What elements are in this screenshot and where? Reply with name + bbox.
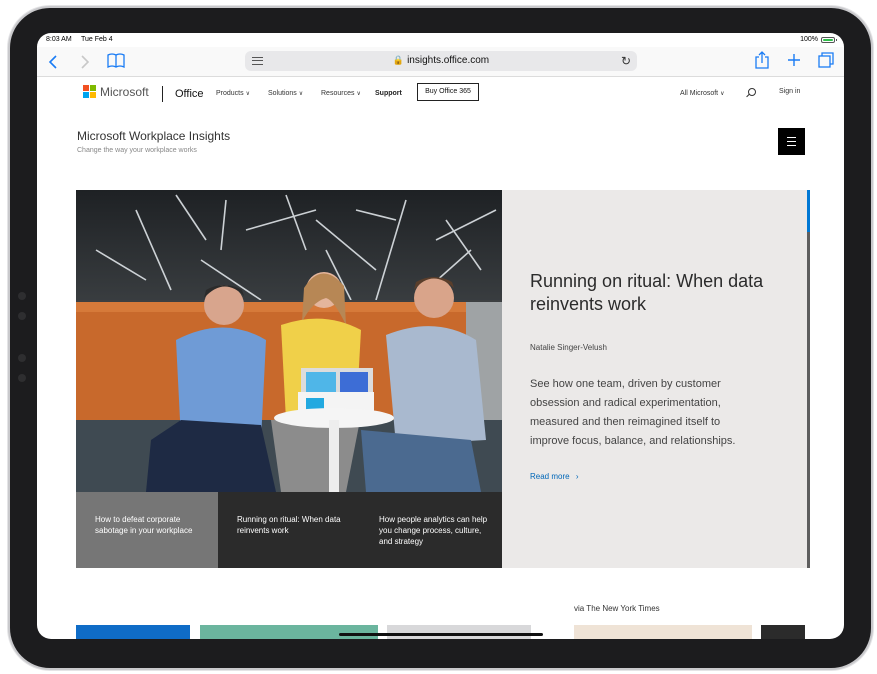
menu-button[interactable] bbox=[778, 128, 805, 155]
article-thumbnail[interactable] bbox=[200, 625, 378, 639]
section-source: via The New York Times bbox=[574, 604, 660, 613]
url-text: insights.office.com bbox=[407, 55, 490, 66]
battery-icon bbox=[821, 37, 837, 43]
tabs-icon[interactable] bbox=[818, 52, 834, 68]
share-icon[interactable] bbox=[755, 51, 769, 69]
microsoft-brand[interactable]: Microsoft bbox=[100, 85, 149, 99]
side-indicator-dot bbox=[18, 312, 26, 320]
article-thumbnail[interactable] bbox=[761, 625, 805, 639]
site-header: Microsoft Office Products ∨ Solutions ∨ Re… bbox=[37, 78, 844, 108]
nav-support[interactable]: Support bbox=[375, 90, 402, 97]
status-bar: 8:03 AM Tue Feb 4 100% bbox=[37, 33, 844, 47]
battery-percentage: 100% bbox=[800, 36, 818, 43]
forward-icon[interactable] bbox=[80, 54, 90, 70]
nav-solutions-label: Solutions bbox=[268, 90, 297, 97]
hero-photo[interactable] bbox=[76, 190, 502, 492]
nav-products[interactable]: Products ∨ bbox=[216, 90, 250, 97]
chevron-down-icon: ∨ bbox=[356, 91, 361, 97]
side-indicator-dot bbox=[18, 374, 26, 382]
screen: 8:03 AM Tue Feb 4 100% 🔒 insights.office.… bbox=[37, 33, 844, 639]
back-icon[interactable] bbox=[48, 54, 58, 70]
hero-photo-illustration bbox=[76, 190, 502, 492]
article-thumbnail[interactable] bbox=[76, 625, 190, 639]
hero-description: See how one team, driven by customer obs… bbox=[530, 378, 736, 447]
reload-icon[interactable]: ↻ bbox=[621, 54, 631, 68]
lock-icon: 🔒 bbox=[392, 55, 405, 65]
microsoft-logo-icon[interactable] bbox=[83, 85, 97, 99]
home-indicator[interactable] bbox=[339, 633, 543, 636]
nav-divider bbox=[162, 86, 163, 102]
browser-toolbar: 🔒 insights.office.com ↻ bbox=[37, 47, 844, 77]
article-thumbnail[interactable] bbox=[574, 625, 752, 639]
carousel-tile-1[interactable]: How to defeat corporate sabotage in your… bbox=[76, 492, 218, 568]
nav-resources[interactable]: Resources ∨ bbox=[321, 90, 361, 97]
hero-title[interactable]: Running on ritual: When data reinvents w… bbox=[530, 270, 770, 316]
search-icon[interactable] bbox=[748, 88, 756, 96]
chevron-right-icon: › bbox=[575, 472, 579, 481]
chevron-down-icon: ∨ bbox=[298, 91, 304, 97]
nav-solutions[interactable]: Solutions ∨ bbox=[268, 90, 303, 97]
all-microsoft-menu[interactable]: All Microsoft ∨ bbox=[680, 90, 725, 97]
status-date: Tue Feb 4 bbox=[81, 36, 113, 43]
nav-products-label: Products bbox=[216, 90, 244, 97]
all-microsoft-label: All Microsoft bbox=[680, 90, 719, 97]
hero-article-card: Running on ritual: When data reinvents w… bbox=[502, 190, 807, 568]
address-bar[interactable]: 🔒 insights.office.com ↻ bbox=[245, 51, 637, 71]
sign-in-link[interactable]: Sign in bbox=[779, 88, 800, 95]
carousel-progress-bar bbox=[807, 190, 810, 568]
chevron-down-icon: ∨ bbox=[245, 91, 251, 97]
new-tab-icon[interactable] bbox=[787, 53, 801, 67]
chevron-down-icon: ∨ bbox=[720, 91, 725, 97]
office-link[interactable]: Office bbox=[175, 88, 204, 100]
hero-section: Running on ritual: When data reinvents w… bbox=[76, 190, 810, 568]
bookmarks-icon[interactable] bbox=[107, 53, 125, 69]
read-more-link[interactable]: Read more › bbox=[530, 472, 578, 481]
buy-office-button[interactable]: Buy Office 365 bbox=[417, 83, 479, 101]
nav-resources-label: Resources bbox=[321, 90, 355, 97]
side-indicator-dot bbox=[18, 354, 26, 362]
side-indicator-dot bbox=[18, 292, 26, 300]
article-thumbnail[interactable] bbox=[387, 625, 531, 639]
status-time: 8:03 AM bbox=[46, 36, 72, 43]
read-more-label: Read more bbox=[530, 472, 570, 481]
carousel-tile-3[interactable]: How people analytics can help you change… bbox=[360, 492, 502, 568]
page-subtitle: Change the way your workplace works bbox=[77, 147, 197, 154]
carousel-tile-2[interactable]: Running on ritual: When data reinvents w… bbox=[218, 492, 360, 568]
page-title[interactable]: Microsoft Workplace Insights bbox=[77, 129, 230, 143]
hero-author: Natalie Singer-Velush bbox=[530, 343, 607, 352]
